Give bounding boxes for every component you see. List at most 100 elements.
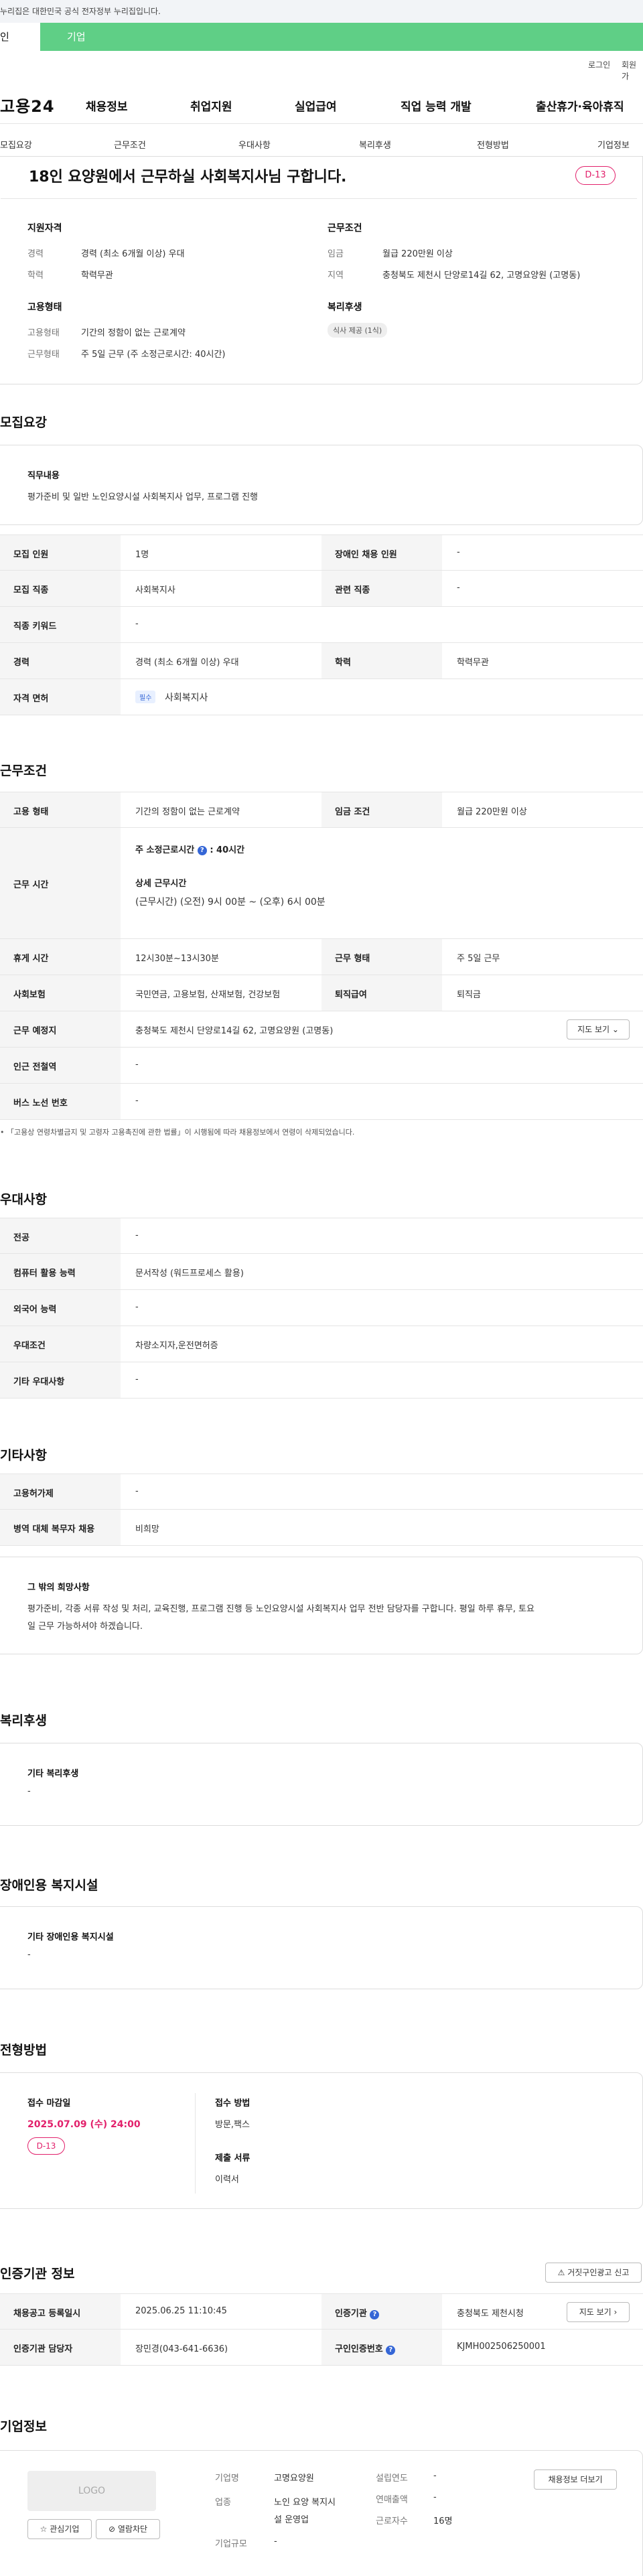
more-jobs-button[interactable]: 채용정보 더보기 xyxy=(534,2470,617,2490)
tab-company[interactable]: 기업정보 xyxy=(597,138,630,151)
gov-notice-text: 누리집은 대한민국 공식 전자정부 누리집입니다. xyxy=(0,7,161,16)
job-title: 18인 요양원에서 근무하실 사회복지사님 구합니다. xyxy=(29,169,347,186)
recruit-count-label: 모집 인원 xyxy=(13,550,49,560)
map-view-button[interactable]: 지도 보기 ⌄ xyxy=(567,1019,630,1040)
main-navigation: 고용24 채용정보 취업지원 실업급여 직업 능력 개발 출산휴가·육아휴직 xyxy=(0,84,643,124)
table-row: 전공 - xyxy=(0,1218,643,1254)
gnb-item-jobs[interactable]: 채용정보 xyxy=(86,97,128,114)
welfare-box: 기타 복리후생 - xyxy=(0,1743,643,1826)
cert-org-label-text: 인증기관 xyxy=(335,2309,367,2319)
retirement-label: 퇴직급여 xyxy=(335,990,367,1000)
career-row-value: 경력 (최소 6개월 이상) 우대 xyxy=(135,658,239,668)
gnb-item-unemployment-benefit[interactable]: 실업급여 xyxy=(295,97,337,114)
tab-preferences[interactable]: 우대사항 xyxy=(238,138,271,151)
education-row-value: 학력무관 xyxy=(457,658,489,668)
block-view-button[interactable]: ⊘ 열람차단 xyxy=(96,2519,160,2539)
table-row: 근무 시간 주 소정근로시간 ? : 40시간 상세 근무시간 (근무시간) (… xyxy=(0,828,643,939)
user-type-tabs: 인 기업 xyxy=(0,23,643,51)
employment-type-heading: 고용형태 xyxy=(27,302,62,313)
qualification-heading: 지원자격 xyxy=(27,223,62,234)
table-row: 인근 전철역 - xyxy=(0,1048,643,1084)
cert-map-view-button[interactable]: 지도 보기 › xyxy=(567,2302,630,2322)
conditions-heading: 근무조건 xyxy=(328,223,362,234)
detail-section-tabs: 모집요강 근무조건 우대사항 복리후생 전형방법 기업정보 xyxy=(0,134,643,157)
retirement-value: 퇴직금 xyxy=(457,990,481,1000)
age-footnote: • 「고용상 연령차별금지 및 고령자 고용촉진에 관한 법률」이 시행됨에 따… xyxy=(0,1128,355,1137)
insurance-value: 국민연금, 고용보험, 산재보험, 건강보험 xyxy=(135,990,281,1000)
favorite-company-label: 관심기업 xyxy=(50,2524,80,2534)
gnb-item-job-training[interactable]: 직업 능력 개발 xyxy=(401,97,472,114)
major-value: - xyxy=(135,1230,139,1240)
gnb-item-employment-support[interactable]: 취업지원 xyxy=(190,97,232,114)
computer-skill-label: 컴퓨터 활용 능력 xyxy=(13,1269,76,1279)
military-service-label: 병역 대체 복무자 채용 xyxy=(13,1524,95,1534)
job-summary-card: 18인 요양원에서 근무하실 사회복지사님 구합니다. D-13 지원자격 경력… xyxy=(0,157,643,384)
company-section-title: 기업정보 xyxy=(0,2419,47,2434)
deadline-value: 2025.07.09 (수) 24:00 xyxy=(27,2119,141,2130)
tab-business[interactable]: 기업 xyxy=(67,23,86,51)
table-row: 기타 우대사항 - xyxy=(0,1362,643,1399)
employment-form-label: 고용 형태 xyxy=(13,807,49,817)
documents-value: 이력서 xyxy=(215,2175,239,2185)
rest-time-label: 휴게 시간 xyxy=(13,954,49,964)
disabled-count-label: 장애인 채용 인원 xyxy=(335,550,397,560)
other-wishes-box: 그 밖의 희망사항 평가준비, 각종 서류 작성 및 처리, 교육진행, 프로그… xyxy=(0,1557,643,1654)
disabled-facility-box: 기타 장애인용 복지시설 - xyxy=(0,1906,643,1989)
welfare-section-title: 복리후생 xyxy=(0,1713,47,1728)
recruit-occupation-label: 모집 직종 xyxy=(13,585,49,595)
employment-type-label: 고용형태 xyxy=(27,328,60,338)
tab-individual[interactable]: 인 xyxy=(0,23,40,51)
documents-heading: 제출 서류 xyxy=(215,2153,251,2163)
tab-recruit[interactable]: 모집요강 xyxy=(0,138,32,151)
subway-value: - xyxy=(135,1060,139,1070)
tab-business-label: 기업 xyxy=(67,31,86,43)
table-row: 자격 면허 필수 사회복지사 xyxy=(0,679,643,715)
language-value: - xyxy=(135,1302,139,1312)
work-form-value: 주 5일 근무 xyxy=(457,954,500,964)
info-icon[interactable]: ? xyxy=(386,2346,396,2355)
work-permit-label: 고용허가제 xyxy=(13,1489,54,1499)
weekly-hours-value: : 40시간 xyxy=(210,845,245,855)
employment-type-value: 기간의 정함이 없는 근로계약 xyxy=(81,328,186,338)
welfare-heading: 복리후생 xyxy=(328,302,362,313)
tab-work-conditions[interactable]: 근무조건 xyxy=(114,138,146,151)
company-logo-placeholder: LOGO xyxy=(27,2471,156,2511)
info-icon[interactable]: ? xyxy=(197,845,207,855)
work-type-value: 주 5일 근무 (주 소정근로시간: 40시간) xyxy=(81,350,226,360)
registered-at-label: 채용공고 등록일시 xyxy=(13,2309,81,2319)
computer-skill-value: 문서작성 (워드프로세스 활용) xyxy=(135,1269,244,1279)
table-row: 모집 인원 1명 장애인 채용 인원 - xyxy=(0,534,643,571)
cert-section-title: 인증기관 정보 xyxy=(0,2267,75,2281)
recruit-occupation-value: 사회복지사 xyxy=(135,585,175,595)
detail-hours-value: (근무시간) (오전) 9시 00분 ~ (오후) 6시 00분 xyxy=(135,897,326,908)
tab-welfare[interactable]: 복리후생 xyxy=(359,138,391,151)
cert-map-view-label: 지도 보기 xyxy=(579,2307,612,2317)
employee-count-value: 16명 xyxy=(433,2516,453,2526)
login-link[interactable]: 로그인 xyxy=(588,59,610,70)
major-label: 전공 xyxy=(13,1233,29,1243)
other-wishes-heading: 그 밖의 희망사항 xyxy=(27,1583,90,1593)
table-row: 인증기관 담당자 장민경(043-641-6636) 구인인증번호 ? KJMH… xyxy=(0,2330,643,2366)
wage-condition-value: 월급 220만원 이상 xyxy=(457,807,527,817)
tab-selection[interactable]: 전형방법 xyxy=(477,138,509,151)
welfare-box-heading: 기타 복리후생 xyxy=(27,1769,79,1779)
other-preference-value: - xyxy=(135,1374,139,1384)
industry-label: 업종 xyxy=(215,2498,231,2508)
subway-label: 인근 전철역 xyxy=(13,1062,57,1072)
table-row: 근무 예정지 충청북도 제천시 단양로14길 62, 고명요양원 (고명동) 지… xyxy=(0,1011,643,1048)
favorite-company-button[interactable]: ☆ 관심기업 xyxy=(27,2519,92,2539)
false-ad-report-button[interactable]: ⚠ 거짓구인광고 신고 xyxy=(545,2263,642,2283)
gnb-item-parental-leave[interactable]: 출산휴가·육아휴직 xyxy=(536,97,624,114)
table-row: 휴게 시간 12시30분~13시30분 근무 형태 주 5일 근무 xyxy=(0,939,643,975)
table-row: 버스 노선 번호 - xyxy=(0,1084,643,1120)
recruit-count-value: 1명 xyxy=(135,550,149,560)
site-logo[interactable]: 고용24 xyxy=(0,93,55,117)
info-icon[interactable]: ? xyxy=(370,2310,380,2319)
bus-value: - xyxy=(135,1096,139,1106)
founded-year-label: 설립연도 xyxy=(376,2474,408,2484)
block-icon: ⊘ xyxy=(108,2524,116,2534)
signup-link[interactable]: 회원가 xyxy=(622,59,643,82)
cert-number-value: KJMH002506250001 xyxy=(457,2342,546,2352)
gov-notice-bar: 누리집은 대한민국 공식 전자정부 누리집입니다. xyxy=(0,0,643,23)
table-row: 모집 직종 사회복지사 관련 직종 - xyxy=(0,571,643,607)
